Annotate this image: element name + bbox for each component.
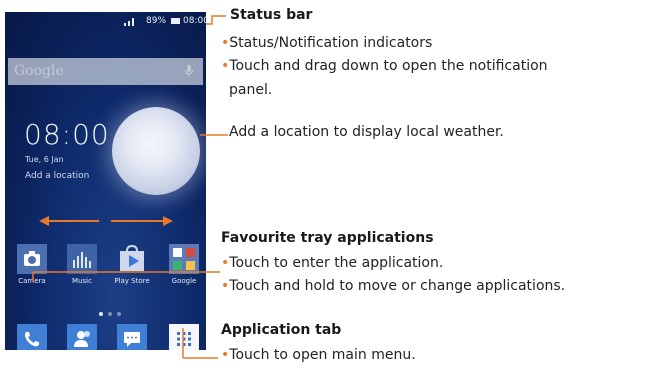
status-bar-heading: Status bar	[230, 7, 313, 23]
callout-lines	[32, 15, 228, 359]
application-tab-bullet-1: •Touch to open main menu.	[221, 347, 416, 363]
weather-callout: Add a location to display local weather.	[229, 124, 504, 140]
status-bar-bullet-2: •Touch and drag down to open the notific…	[221, 58, 548, 74]
application-tab-heading: Application tab	[221, 322, 342, 338]
status-bar-bullet-1: •Status/Notification indicators	[221, 35, 433, 51]
favourite-tray-bullet-2: •Touch and hold to move or change applic…	[221, 278, 566, 294]
favourite-tray-bullet-1: •Touch to enter the application.	[221, 255, 444, 271]
status-bar-bullet-2-cont: panel.	[229, 82, 273, 98]
favourite-tray-heading: Favourite tray applications	[221, 230, 434, 246]
